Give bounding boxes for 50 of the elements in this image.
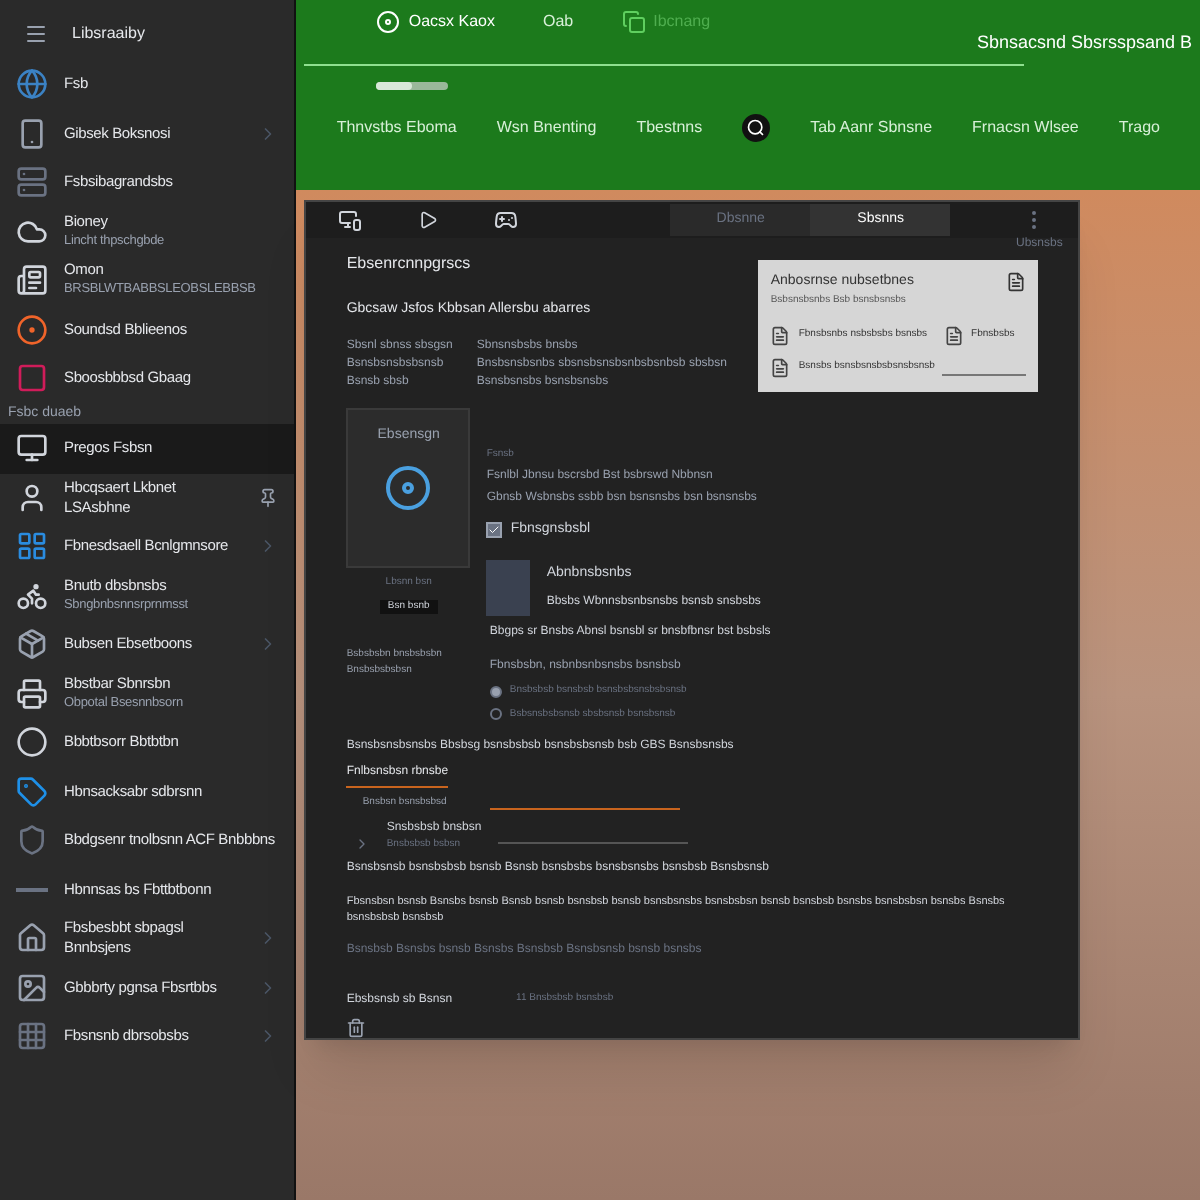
grid-icon: [16, 1020, 48, 1053]
file-icon: [770, 356, 791, 380]
brand-label: Oacsx Kaox: [408, 10, 495, 34]
nav-link[interactable]: Trago: [1118, 116, 1160, 140]
monitor-icon: [16, 432, 48, 465]
file-icon: [770, 324, 791, 348]
server-icon: [16, 166, 48, 199]
house-icon: [16, 922, 48, 955]
nav-link[interactable]: Tab Aanr Sbnsne: [810, 116, 933, 140]
nav-link[interactable]: Tbestnns: [636, 116, 703, 140]
photo-placeholder: [486, 560, 531, 616]
grid-icon: [16, 530, 48, 563]
menu-icon[interactable]: [24, 22, 48, 46]
globe-icon: [16, 68, 48, 101]
bike-icon: [16, 579, 48, 612]
circle-dot-icon: [16, 313, 48, 346]
devices-icon[interactable]: [338, 208, 363, 232]
phone-icon: [16, 117, 48, 150]
file-icon: [943, 324, 964, 348]
checkbox[interactable]: [486, 521, 503, 538]
window-icon: [621, 10, 646, 34]
pin-icon: [258, 487, 279, 508]
printer-icon: [16, 677, 48, 710]
radio-button[interactable]: [489, 685, 502, 698]
gamepad-icon[interactable]: [494, 208, 519, 232]
square-icon: [16, 362, 48, 395]
sidebar-title: Libsraaiby: [72, 22, 145, 46]
slider-track[interactable]: [376, 82, 449, 90]
circle-icon: [16, 726, 48, 759]
trash-icon[interactable]: [346, 1018, 367, 1038]
document-icon[interactable]: [1006, 272, 1027, 292]
image-icon: [16, 971, 48, 1004]
nav-link[interactable]: Frnacsn Wlsee: [972, 116, 1079, 140]
tag-icon: [16, 775, 48, 808]
shield-icon: [16, 824, 48, 857]
menu-link[interactable]: Oab: [542, 10, 574, 34]
cloud-icon: [16, 215, 48, 248]
disc-icon: [384, 463, 433, 511]
section-heading: Ebsenrcnnpgrscs: [346, 252, 473, 276]
user-icon: [16, 481, 48, 514]
nav-link[interactable]: Wsn Bnenting: [496, 116, 597, 140]
radio-button[interactable]: [489, 708, 502, 721]
header-title: Sbnsacsnd Sbsrsspsand B: [976, 29, 1192, 56]
dash-icon: [16, 887, 48, 892]
nav-link[interactable]: Thnvstbs Eboma: [336, 116, 457, 140]
search-icon[interactable]: [742, 114, 771, 142]
play-icon[interactable]: [418, 210, 439, 230]
newspaper-icon: [16, 264, 48, 297]
package-icon: [16, 628, 48, 661]
logo-icon: [376, 10, 401, 34]
